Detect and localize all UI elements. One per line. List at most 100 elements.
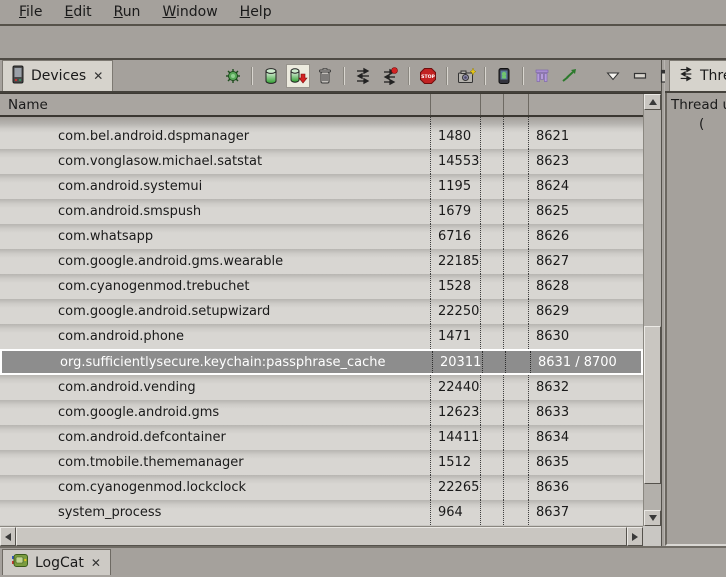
horizontal-scrollbar-thumb[interactable] bbox=[16, 527, 627, 546]
update-threads-icon[interactable] bbox=[351, 64, 375, 88]
table-row[interactable]: com.cyanogenmod.trebuchet 1528 8628 bbox=[0, 274, 643, 299]
process-pid: 22250 bbox=[430, 299, 480, 324]
process-name: com.google.android.setupwizard bbox=[0, 299, 430, 324]
logcat-tab-label: LogCat bbox=[35, 555, 84, 571]
process-port: 8629 bbox=[528, 299, 643, 324]
devices-tab-close-icon[interactable]: ✕ bbox=[92, 70, 104, 82]
table-row[interactable]: com.android.vending 22440 8632 bbox=[0, 375, 643, 400]
debug-process-icon[interactable] bbox=[221, 64, 245, 88]
table-row[interactable]: system_process 964 8637 bbox=[0, 500, 643, 525]
scroll-right-icon[interactable] bbox=[627, 527, 643, 546]
threads-message-line2: ( bbox=[699, 116, 726, 132]
cell-empty-2 bbox=[503, 274, 528, 299]
devices-tab-label: Devices bbox=[31, 68, 86, 84]
toolbar-separator bbox=[251, 67, 253, 85]
process-name: com.whatsapp bbox=[0, 224, 430, 249]
cell-empty-1 bbox=[480, 249, 503, 274]
cell-empty-1 bbox=[480, 400, 503, 425]
view-menu-icon[interactable] bbox=[601, 64, 625, 88]
process-name: com.google.android.gms bbox=[0, 400, 430, 425]
column-header-3[interactable] bbox=[503, 94, 528, 115]
menu-item[interactable]: Window bbox=[151, 2, 228, 22]
table-row[interactable]: com.tmobile.thememanager 1512 8635 bbox=[0, 450, 643, 475]
devices-toolbar: STOP bbox=[221, 60, 683, 91]
table-row[interactable]: com.google.android.gms.wearable 22185 86… bbox=[0, 249, 643, 274]
menu-item[interactable]: Edit bbox=[53, 2, 102, 22]
vertical-scrollbar-thumb[interactable] bbox=[644, 326, 661, 484]
logcat-tab-close-icon[interactable]: ✕ bbox=[90, 557, 102, 569]
menu-item[interactable]: Help bbox=[229, 2, 283, 22]
table-row[interactable]: com.whatsapp 6716 8626 bbox=[0, 224, 643, 249]
process-port: 8632 bbox=[528, 375, 643, 400]
process-name: com.cyanogenmod.trebuchet bbox=[0, 274, 430, 299]
column-header-2[interactable] bbox=[480, 94, 503, 115]
table-row[interactable]: com.android.systemui 1195 8624 bbox=[0, 174, 643, 199]
update-heap-icon[interactable] bbox=[259, 64, 283, 88]
capture-ui-hierarchy-icon[interactable] bbox=[530, 64, 554, 88]
process-name: com.tmobile.thememanager bbox=[0, 450, 430, 475]
process-name: com.android.defcontainer bbox=[0, 425, 430, 450]
tab-devices[interactable]: Devices ✕ bbox=[2, 60, 113, 91]
screen-capture-icon[interactable] bbox=[454, 64, 478, 88]
start-trace-icon[interactable] bbox=[557, 64, 581, 88]
process-pid: 964 bbox=[430, 500, 480, 525]
column-header-name[interactable]: Name bbox=[0, 94, 430, 115]
scroll-up-icon[interactable] bbox=[644, 94, 661, 110]
eclipse-ddms-window: FileEditRunWindowHelp Devices ✕ bbox=[0, 0, 726, 577]
horizontal-scrollbar[interactable] bbox=[0, 526, 643, 546]
scroll-left-icon[interactable] bbox=[0, 527, 16, 546]
table-row[interactable]: org.sufficientlysecure.keychain:passphra… bbox=[0, 349, 643, 375]
cell-empty-1 bbox=[480, 274, 503, 299]
table-row[interactable]: com.android.defcontainer 14411 8634 bbox=[0, 425, 643, 450]
process-pid: 22440 bbox=[430, 375, 480, 400]
start-method-profiling-icon[interactable] bbox=[378, 64, 402, 88]
process-port: 8631 / 8700 bbox=[530, 351, 641, 373]
process-port: 8625 bbox=[528, 199, 643, 224]
cell-empty-1 bbox=[480, 174, 503, 199]
cell-empty-2 bbox=[503, 500, 528, 525]
process-name: system_process bbox=[0, 500, 430, 525]
device-phone-icon bbox=[11, 65, 25, 88]
reset-adb-icon[interactable] bbox=[492, 64, 516, 88]
menu-item[interactable]: File bbox=[8, 2, 53, 22]
process-port: 8635 bbox=[528, 450, 643, 475]
cell-empty-2 bbox=[503, 425, 528, 450]
table-row[interactable]: com.cyanogenmod.lockclock 22265 8636 bbox=[0, 475, 643, 500]
table-row[interactable]: com.android.phone 1471 8630 bbox=[0, 324, 643, 349]
process-port: 8630 bbox=[528, 324, 643, 349]
table-row[interactable]: com.bel.android.dspmanager 1480 8621 bbox=[0, 124, 643, 149]
toolbar-separator bbox=[446, 67, 448, 85]
process-port: 8636 bbox=[528, 475, 643, 500]
process-port: 8624 bbox=[528, 174, 643, 199]
scroll-down-icon[interactable] bbox=[644, 510, 661, 526]
tab-logcat[interactable]: LogCat ✕ bbox=[2, 549, 111, 575]
cause-gc-icon[interactable] bbox=[313, 64, 337, 88]
process-pid: 6716 bbox=[430, 224, 480, 249]
process-name: com.android.systemui bbox=[0, 174, 430, 199]
tab-threads[interactable]: Threads bbox=[669, 60, 726, 91]
menu-item[interactable]: Run bbox=[103, 2, 152, 22]
threads-view: Threads Thread up ( bbox=[665, 60, 726, 546]
column-header-pid[interactable] bbox=[430, 94, 480, 115]
process-table: Name com.bel.android.dspmanager 1480 bbox=[0, 93, 661, 546]
table-row[interactable]: com.google.android.setupwizard 22250 862… bbox=[0, 299, 643, 324]
process-pid: 22185 bbox=[430, 249, 480, 274]
stop-process-icon[interactable]: STOP bbox=[416, 64, 440, 88]
minimize-icon[interactable] bbox=[628, 64, 652, 88]
table-row[interactable]: com.vonglasow.michael.satstat 14553 8623 bbox=[0, 149, 643, 174]
process-pid: 1480 bbox=[430, 124, 480, 149]
table-row[interactable]: com.google.android.gms 12623 8633 bbox=[0, 400, 643, 425]
cell-empty-1 bbox=[480, 299, 503, 324]
column-header-port[interactable] bbox=[528, 94, 643, 115]
process-port: 8627 bbox=[528, 249, 643, 274]
process-name: com.android.phone bbox=[0, 324, 430, 349]
cell-empty-2 bbox=[503, 450, 528, 475]
dump-hprof-icon[interactable] bbox=[286, 64, 310, 88]
toolbar-separator bbox=[484, 67, 486, 85]
process-name: com.google.android.gms.wearable bbox=[0, 249, 430, 274]
process-port: 8637 bbox=[528, 500, 643, 525]
cell-empty-2 bbox=[503, 299, 528, 324]
vertical-scrollbar[interactable] bbox=[643, 94, 661, 526]
table-row[interactable]: com.android.smspush 1679 8625 bbox=[0, 199, 643, 224]
threads-tab-label: Threads bbox=[700, 68, 726, 84]
